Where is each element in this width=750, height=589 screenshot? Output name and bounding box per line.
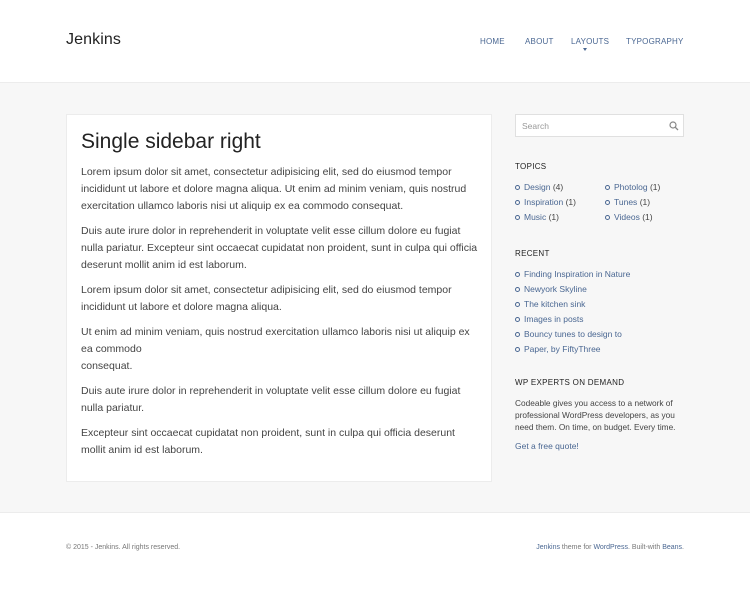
paragraph: consequat. <box>81 360 133 372</box>
topic-photolog[interactable]: Photolog (1) <box>605 181 660 193</box>
bullet-icon <box>515 332 520 337</box>
bullet-icon <box>605 200 610 205</box>
bullet-icon <box>515 302 520 307</box>
recent-post-label: The kitchen sink <box>524 299 586 309</box>
topic-label: Music <box>524 212 547 222</box>
credit-text: . <box>682 544 684 551</box>
experts-widget-title: WP EXPERTS ON DEMAND <box>515 378 625 387</box>
bullet-icon <box>515 272 520 277</box>
main-nav: HOME ABOUT LAYOUTS TYPOGRAPHY <box>0 37 750 57</box>
bullet-icon <box>515 185 520 190</box>
free-quote-link[interactable]: Get a free quote! <box>515 441 579 451</box>
topic-label: Inspiration <box>524 197 564 207</box>
topic-count: (1) <box>649 182 661 192</box>
topic-count: (1) <box>565 197 576 207</box>
paragraph: Lorem ipsum dolor sit amet, consectetur … <box>81 284 452 313</box>
recent-post-link[interactable]: Bouncy tunes to design to <box>515 328 622 340</box>
topic-label: Photolog <box>614 182 648 192</box>
topic-tunes[interactable]: Tunes (1) <box>605 196 650 208</box>
nav-item-about[interactable]: ABOUT <box>525 37 554 46</box>
bullet-icon <box>515 347 520 352</box>
recent-post-label: Images in posts <box>524 314 584 324</box>
wordpress-link[interactable]: WordPress <box>593 544 628 551</box>
topic-design[interactable]: Design (4) <box>515 181 563 193</box>
paragraph: Ut enim ad minim veniam, quis nostrud ex… <box>81 326 470 355</box>
nav-item-layouts[interactable]: LAYOUTS <box>571 37 610 51</box>
main-content-card: Single sidebar right Lorem ipsum dolor s… <box>66 114 492 482</box>
paragraph: Lorem ipsum dolor sit amet, consectetur … <box>81 166 467 212</box>
topic-inspiration[interactable]: Inspiration (1) <box>515 196 576 208</box>
experts-description: Codeable gives you access to a network o… <box>515 398 676 432</box>
credit-text: theme for <box>559 544 594 551</box>
recent-post-label: Newyork Skyline <box>524 284 587 294</box>
bullet-icon <box>605 215 610 220</box>
recent-widget-title: RECENT <box>515 249 550 258</box>
topics-widget-title: TOPICS <box>515 162 547 171</box>
post-content: Lorem ipsum dolor sit amet, consectetur … <box>81 164 481 467</box>
paragraph: Duis aute irure dolor in reprehenderit i… <box>81 385 461 414</box>
page-title: Single sidebar right <box>81 130 261 153</box>
footer-credits: Jenkins theme for WordPress. Built-with … <box>536 544 684 551</box>
nav-item-home[interactable]: HOME <box>480 37 505 46</box>
topic-videos[interactable]: Videos (1) <box>605 211 653 223</box>
topic-music[interactable]: Music (1) <box>515 211 559 223</box>
search-icon[interactable] <box>669 121 679 131</box>
topic-count: (1) <box>639 197 651 207</box>
copyright-text: © 2015 - Jenkins. All rights reserved. <box>66 544 181 551</box>
jenkins-theme-link[interactable]: Jenkins <box>536 544 560 551</box>
bullet-icon <box>515 287 520 292</box>
recent-post-label: Paper, by FiftyThree <box>524 344 601 354</box>
paragraph: Duis aute irure dolor in reprehenderit i… <box>81 225 478 271</box>
beans-link[interactable]: Beans <box>662 544 682 551</box>
recent-post-link[interactable]: Finding Inspiration in Nature <box>515 268 630 280</box>
recent-post-label: Finding Inspiration in Nature <box>524 269 631 279</box>
credit-text: . Built-with <box>627 544 663 551</box>
bullet-icon <box>515 200 520 205</box>
caret-down-icon <box>583 48 587 51</box>
search-input[interactable] <box>522 120 662 132</box>
site-header: Jenkins HOME ABOUT LAYOUTS TYPOGRAPHY <box>0 0 750 83</box>
topic-count: (4) <box>552 182 564 192</box>
search-box <box>515 114 684 137</box>
topic-count: (1) <box>642 212 653 222</box>
bullet-icon <box>515 215 520 220</box>
topic-label: Tunes <box>614 197 638 207</box>
bullet-icon <box>515 317 520 322</box>
nav-item-typography[interactable]: TYPOGRAPHY <box>626 37 684 46</box>
recent-post-link[interactable]: Images in posts <box>515 313 584 325</box>
site-footer: © 2015 - Jenkins. All rights reserved. J… <box>0 512 750 589</box>
recent-post-link[interactable]: Newyork Skyline <box>515 283 587 295</box>
topic-label: Videos <box>614 212 640 222</box>
nav-item-layouts-label: LAYOUTS <box>571 37 610 46</box>
recent-post-link[interactable]: The kitchen sink <box>515 298 585 310</box>
topic-label: Design <box>524 182 551 192</box>
paragraph: Excepteur sint occaecat cupidatat non pr… <box>81 427 455 456</box>
recent-post-link[interactable]: Paper, by FiftyThree <box>515 343 601 355</box>
bullet-icon <box>605 185 610 190</box>
recent-post-label: Bouncy tunes to design to <box>524 329 622 339</box>
topic-count: (1) <box>548 212 559 222</box>
